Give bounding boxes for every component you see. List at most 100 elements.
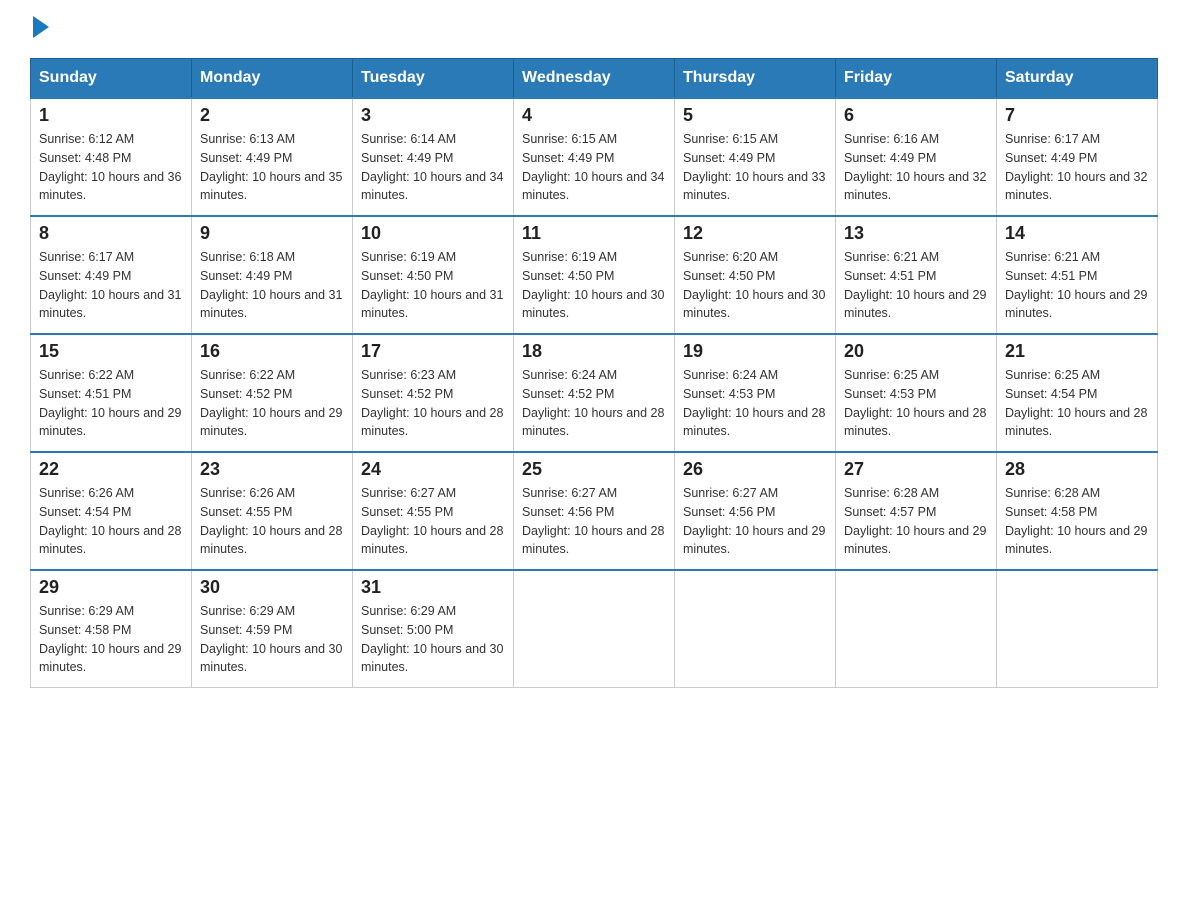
day-info: Sunrise: 6:16 AMSunset: 4:49 PMDaylight:… xyxy=(844,130,988,205)
day-number: 18 xyxy=(522,341,666,362)
weekday-header-row: SundayMondayTuesdayWednesdayThursdayFrid… xyxy=(31,59,1158,99)
day-info: Sunrise: 6:17 AMSunset: 4:49 PMDaylight:… xyxy=(1005,130,1149,205)
calendar-cell: 7 Sunrise: 6:17 AMSunset: 4:49 PMDaylight… xyxy=(997,98,1158,216)
day-info: Sunrise: 6:24 AMSunset: 4:52 PMDaylight:… xyxy=(522,366,666,441)
day-info: Sunrise: 6:12 AMSunset: 4:48 PMDaylight:… xyxy=(39,130,183,205)
day-number: 7 xyxy=(1005,105,1149,126)
day-number: 28 xyxy=(1005,459,1149,480)
calendar-cell: 13 Sunrise: 6:21 AMSunset: 4:51 PMDayligh… xyxy=(836,216,997,334)
calendar-cell: 25Sunrise: 6:27 AMSunset: 4:56 PMDayligh… xyxy=(514,452,675,570)
day-info: Sunrise: 6:27 AMSunset: 4:56 PMDaylight:… xyxy=(683,484,827,559)
day-number: 15 xyxy=(39,341,183,362)
day-info: Sunrise: 6:29 AMSunset: 4:58 PMDaylight:… xyxy=(39,602,183,677)
day-info: Sunrise: 6:29 AMSunset: 4:59 PMDaylight:… xyxy=(200,602,344,677)
day-number: 29 xyxy=(39,577,183,598)
day-number: 19 xyxy=(683,341,827,362)
day-number: 16 xyxy=(200,341,344,362)
day-number: 24 xyxy=(361,459,505,480)
day-info: Sunrise: 6:21 AMSunset: 4:51 PMDaylight:… xyxy=(1005,248,1149,323)
calendar-cell xyxy=(836,570,997,688)
week-row-1: 1 Sunrise: 6:12 AMSunset: 4:48 PMDaylight… xyxy=(31,98,1158,216)
day-info: Sunrise: 6:27 AMSunset: 4:55 PMDaylight:… xyxy=(361,484,505,559)
day-number: 21 xyxy=(1005,341,1149,362)
day-info: Sunrise: 6:28 AMSunset: 4:57 PMDaylight:… xyxy=(844,484,988,559)
day-number: 20 xyxy=(844,341,988,362)
calendar-cell: 26 Sunrise: 6:27 AMSunset: 4:56 PMDayligh… xyxy=(675,452,836,570)
calendar-cell: 8 Sunrise: 6:17 AMSunset: 4:49 PMDaylight… xyxy=(31,216,192,334)
day-info: Sunrise: 6:26 AMSunset: 4:55 PMDaylight:… xyxy=(200,484,344,559)
calendar-cell: 29 Sunrise: 6:29 AMSunset: 4:58 PMDayligh… xyxy=(31,570,192,688)
logo-arrow-icon xyxy=(33,16,49,38)
calendar-cell: 19 Sunrise: 6:24 AMSunset: 4:53 PMDayligh… xyxy=(675,334,836,452)
day-info: Sunrise: 6:29 AMSunset: 5:00 PMDaylight:… xyxy=(361,602,505,677)
calendar-cell: 12Sunrise: 6:20 AMSunset: 4:50 PMDayligh… xyxy=(675,216,836,334)
calendar-cell: 6Sunrise: 6:16 AMSunset: 4:49 PMDaylight… xyxy=(836,98,997,216)
day-info: Sunrise: 6:24 AMSunset: 4:53 PMDaylight:… xyxy=(683,366,827,441)
weekday-header-wednesday: Wednesday xyxy=(514,59,675,99)
calendar-cell: 28 Sunrise: 6:28 AMSunset: 4:58 PMDayligh… xyxy=(997,452,1158,570)
calendar-cell: 22Sunrise: 6:26 AMSunset: 4:54 PMDayligh… xyxy=(31,452,192,570)
day-number: 30 xyxy=(200,577,344,598)
calendar-cell: 3 Sunrise: 6:14 AMSunset: 4:49 PMDaylight… xyxy=(353,98,514,216)
day-info: Sunrise: 6:27 AMSunset: 4:56 PMDaylight:… xyxy=(522,484,666,559)
calendar-cell: 31 Sunrise: 6:29 AMSunset: 5:00 PMDayligh… xyxy=(353,570,514,688)
day-number: 2 xyxy=(200,105,344,126)
day-info: Sunrise: 6:22 AMSunset: 4:51 PMDaylight:… xyxy=(39,366,183,441)
calendar-table: SundayMondayTuesdayWednesdayThursdayFrid… xyxy=(30,58,1158,688)
day-info: Sunrise: 6:18 AMSunset: 4:49 PMDaylight:… xyxy=(200,248,344,323)
day-number: 27 xyxy=(844,459,988,480)
day-number: 1 xyxy=(39,105,183,126)
weekday-header-sunday: Sunday xyxy=(31,59,192,99)
calendar-cell: 18 Sunrise: 6:24 AMSunset: 4:52 PMDayligh… xyxy=(514,334,675,452)
day-info: Sunrise: 6:25 AMSunset: 4:54 PMDaylight:… xyxy=(1005,366,1149,441)
day-info: Sunrise: 6:28 AMSunset: 4:58 PMDaylight:… xyxy=(1005,484,1149,559)
calendar-cell: 14Sunrise: 6:21 AMSunset: 4:51 PMDayligh… xyxy=(997,216,1158,334)
calendar-cell: 4Sunrise: 6:15 AMSunset: 4:49 PMDaylight… xyxy=(514,98,675,216)
day-info: Sunrise: 6:17 AMSunset: 4:49 PMDaylight:… xyxy=(39,248,183,323)
day-number: 17 xyxy=(361,341,505,362)
calendar-cell: 21 Sunrise: 6:25 AMSunset: 4:54 PMDayligh… xyxy=(997,334,1158,452)
calendar-cell: 10 Sunrise: 6:19 AMSunset: 4:50 PMDayligh… xyxy=(353,216,514,334)
weekday-header-tuesday: Tuesday xyxy=(353,59,514,99)
day-number: 8 xyxy=(39,223,183,244)
day-number: 5 xyxy=(683,105,827,126)
day-number: 13 xyxy=(844,223,988,244)
calendar-cell: 9 Sunrise: 6:18 AMSunset: 4:49 PMDaylight… xyxy=(192,216,353,334)
week-row-4: 22Sunrise: 6:26 AMSunset: 4:54 PMDayligh… xyxy=(31,452,1158,570)
calendar-cell: 11 Sunrise: 6:19 AMSunset: 4:50 PMDayligh… xyxy=(514,216,675,334)
logo xyxy=(30,20,49,38)
day-info: Sunrise: 6:15 AMSunset: 4:49 PMDaylight:… xyxy=(522,130,666,205)
day-info: Sunrise: 6:19 AMSunset: 4:50 PMDaylight:… xyxy=(522,248,666,323)
calendar-cell xyxy=(675,570,836,688)
calendar-cell: 1 Sunrise: 6:12 AMSunset: 4:48 PMDaylight… xyxy=(31,98,192,216)
day-info: Sunrise: 6:15 AMSunset: 4:49 PMDaylight:… xyxy=(683,130,827,205)
day-number: 3 xyxy=(361,105,505,126)
day-info: Sunrise: 6:20 AMSunset: 4:50 PMDaylight:… xyxy=(683,248,827,323)
week-row-2: 8 Sunrise: 6:17 AMSunset: 4:49 PMDaylight… xyxy=(31,216,1158,334)
day-info: Sunrise: 6:25 AMSunset: 4:53 PMDaylight:… xyxy=(844,366,988,441)
calendar-cell: 15 Sunrise: 6:22 AMSunset: 4:51 PMDayligh… xyxy=(31,334,192,452)
weekday-header-saturday: Saturday xyxy=(997,59,1158,99)
day-number: 10 xyxy=(361,223,505,244)
calendar-cell xyxy=(997,570,1158,688)
calendar-cell xyxy=(514,570,675,688)
day-number: 31 xyxy=(361,577,505,598)
calendar-cell: 24 Sunrise: 6:27 AMSunset: 4:55 PMDayligh… xyxy=(353,452,514,570)
day-info: Sunrise: 6:13 AMSunset: 4:49 PMDaylight:… xyxy=(200,130,344,205)
calendar-cell: 16 Sunrise: 6:22 AMSunset: 4:52 PMDayligh… xyxy=(192,334,353,452)
day-info: Sunrise: 6:26 AMSunset: 4:54 PMDaylight:… xyxy=(39,484,183,559)
week-row-3: 15 Sunrise: 6:22 AMSunset: 4:51 PMDayligh… xyxy=(31,334,1158,452)
day-number: 11 xyxy=(522,223,666,244)
page-header xyxy=(30,20,1158,38)
day-info: Sunrise: 6:21 AMSunset: 4:51 PMDaylight:… xyxy=(844,248,988,323)
day-number: 26 xyxy=(683,459,827,480)
day-info: Sunrise: 6:19 AMSunset: 4:50 PMDaylight:… xyxy=(361,248,505,323)
weekday-header-monday: Monday xyxy=(192,59,353,99)
day-info: Sunrise: 6:23 AMSunset: 4:52 PMDaylight:… xyxy=(361,366,505,441)
day-number: 9 xyxy=(200,223,344,244)
calendar-cell: 23Sunrise: 6:26 AMSunset: 4:55 PMDayligh… xyxy=(192,452,353,570)
day-info: Sunrise: 6:22 AMSunset: 4:52 PMDaylight:… xyxy=(200,366,344,441)
week-row-5: 29 Sunrise: 6:29 AMSunset: 4:58 PMDayligh… xyxy=(31,570,1158,688)
calendar-cell: 2 Sunrise: 6:13 AMSunset: 4:49 PMDaylight… xyxy=(192,98,353,216)
day-info: Sunrise: 6:14 AMSunset: 4:49 PMDaylight:… xyxy=(361,130,505,205)
